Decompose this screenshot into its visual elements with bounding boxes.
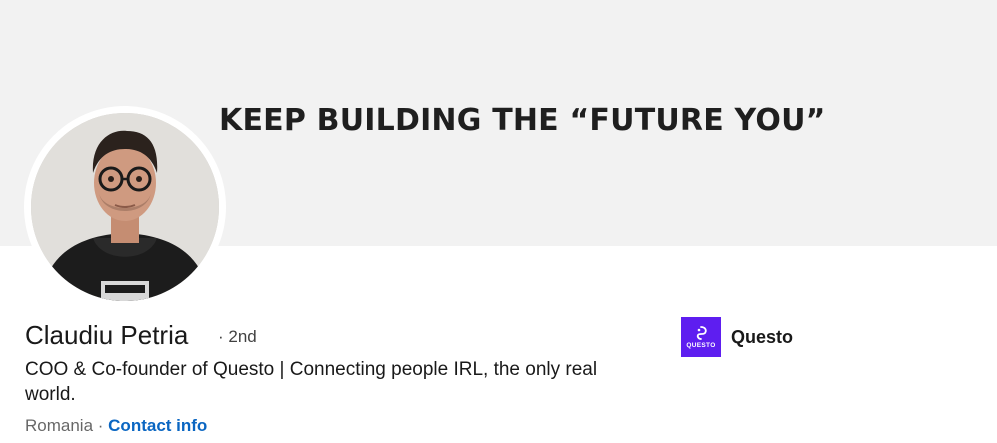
connection-degree: · 2nd — [218, 327, 257, 346]
profile-meta: Romania · Contact info — [25, 416, 207, 436]
profile-avatar[interactable] — [31, 113, 219, 301]
company-name: Questo — [731, 326, 794, 347]
profile-location: Romania — [25, 416, 94, 435]
questo-logo-icon — [696, 325, 707, 340]
meta-separator: · — [93, 416, 109, 435]
contact-info-link[interactable]: Contact info — [108, 416, 207, 435]
company-logo-text: QUESTO — [686, 341, 716, 349]
profile-name: Claudiu Petria — [25, 320, 189, 350]
avatar-photo — [31, 113, 219, 301]
profile-headline: COO & Co-founder of Questo | Connecting … — [25, 359, 598, 405]
current-company[interactable]: QUESTO Questo — [681, 317, 793, 357]
banner-text: KEEP BUILDING THE “FUTURE YOU” — [219, 103, 826, 138]
company-logo: QUESTO — [681, 317, 721, 357]
